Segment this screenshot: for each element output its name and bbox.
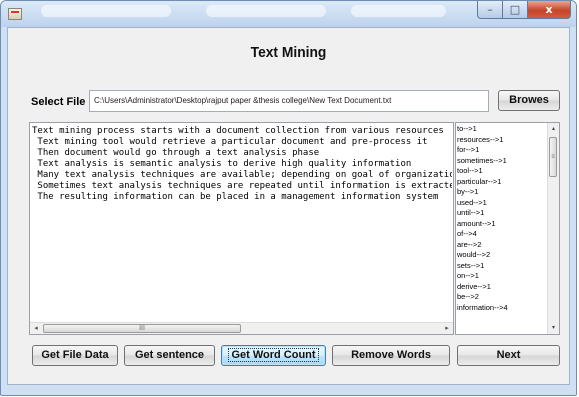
scroll-down-icon[interactable]: ▾ (548, 322, 559, 334)
scroll-up-icon[interactable]: ▴ (548, 123, 559, 135)
vertical-scroll-thumb[interactable]: ≡ (549, 137, 557, 177)
word-count-items: to-->1 resources-->1 for-->1 sometimes-->1 t… (457, 124, 547, 313)
horizontal-scrollbar[interactable]: ◂ III ▸ (30, 322, 453, 334)
horizontal-scroll-thumb[interactable]: III (43, 324, 241, 333)
remove-words-button[interactable]: Remove Words (332, 345, 450, 366)
get-word-count-button[interactable]: Get Word Count (221, 345, 326, 366)
browse-button[interactable]: Browes (498, 90, 560, 111)
scroll-right-icon[interactable]: ▸ (441, 323, 453, 334)
document-text: Text mining process starts with a docume… (32, 126, 452, 318)
next-button[interactable]: Next (457, 345, 560, 366)
word-count-item[interactable]: derive-->1 (457, 282, 547, 293)
document-line: The resulting information can be placed … (32, 192, 439, 202)
vertical-scrollbar[interactable]: ▴ ≡ ▾ (547, 123, 559, 334)
title-glare (206, 5, 326, 17)
word-count-item[interactable]: on-->1 (457, 271, 547, 282)
word-count-item[interactable]: be-->2 (457, 292, 547, 303)
document-line: Sometimes text analysis techniques are r… (32, 181, 452, 191)
word-count-list[interactable]: to-->1 resources-->1 for-->1 sometimes-->1 t… (455, 122, 560, 335)
minimize-button[interactable]: – (477, 1, 503, 19)
word-count-item[interactable]: to-->1 (457, 124, 547, 135)
document-line: Text analysis is semantic analysis to de… (32, 159, 412, 169)
word-count-item[interactable]: amount-->1 (457, 219, 547, 230)
document-text-area[interactable]: Text mining process starts with a docume… (29, 122, 454, 335)
java-app-icon (8, 8, 22, 20)
document-line: Then document would go through a text an… (32, 148, 320, 158)
word-count-item[interactable]: used-->1 (457, 198, 547, 209)
word-count-item[interactable]: of-->4 (457, 229, 547, 240)
app-window: – □ x Text Mining Select File C:\Users\A… (0, 0, 577, 396)
word-count-item[interactable]: information-->4 (457, 303, 547, 314)
scroll-left-icon[interactable]: ◂ (30, 323, 42, 334)
page-title: Text Mining (250, 44, 327, 61)
word-count-item[interactable]: until-->1 (457, 208, 547, 219)
word-count-item[interactable]: tool-->1 (457, 166, 547, 177)
title-bar[interactable]: – □ x (1, 1, 576, 27)
document-line: Text mining process starts with a docume… (32, 126, 444, 136)
get-sentence-button[interactable]: Get sentence (124, 345, 215, 366)
word-count-item[interactable]: would-->2 (457, 250, 547, 261)
word-count-item[interactable]: are-->2 (457, 240, 547, 251)
word-count-item[interactable]: for-->1 (457, 145, 547, 156)
main-panel: Text Mining Select File C:\Users\Adminis… (7, 27, 570, 385)
close-button[interactable]: x (528, 1, 571, 19)
word-count-item[interactable]: sets-->1 (457, 261, 547, 272)
word-count-item[interactable]: sometimes-->1 (457, 156, 547, 167)
title-glare (41, 5, 171, 17)
window-controls: – □ x (477, 1, 571, 20)
word-count-item[interactable]: by-->1 (457, 187, 547, 198)
get-file-data-button[interactable]: Get File Data (32, 345, 118, 366)
file-path-field[interactable]: C:\Users\Administrator\Desktop\rajput pa… (89, 90, 489, 112)
word-count-item[interactable]: particular-->1 (457, 177, 547, 188)
document-line: Text mining tool would retrieve a partic… (32, 137, 428, 147)
word-count-item[interactable]: resources-->1 (457, 135, 547, 146)
maximize-button[interactable]: □ (503, 1, 528, 19)
title-glare (351, 5, 446, 17)
document-line: Many text analysis techniques are availa… (32, 170, 452, 180)
get-word-count-label: Get Word Count (228, 348, 319, 362)
select-file-label: Select File (31, 96, 86, 108)
